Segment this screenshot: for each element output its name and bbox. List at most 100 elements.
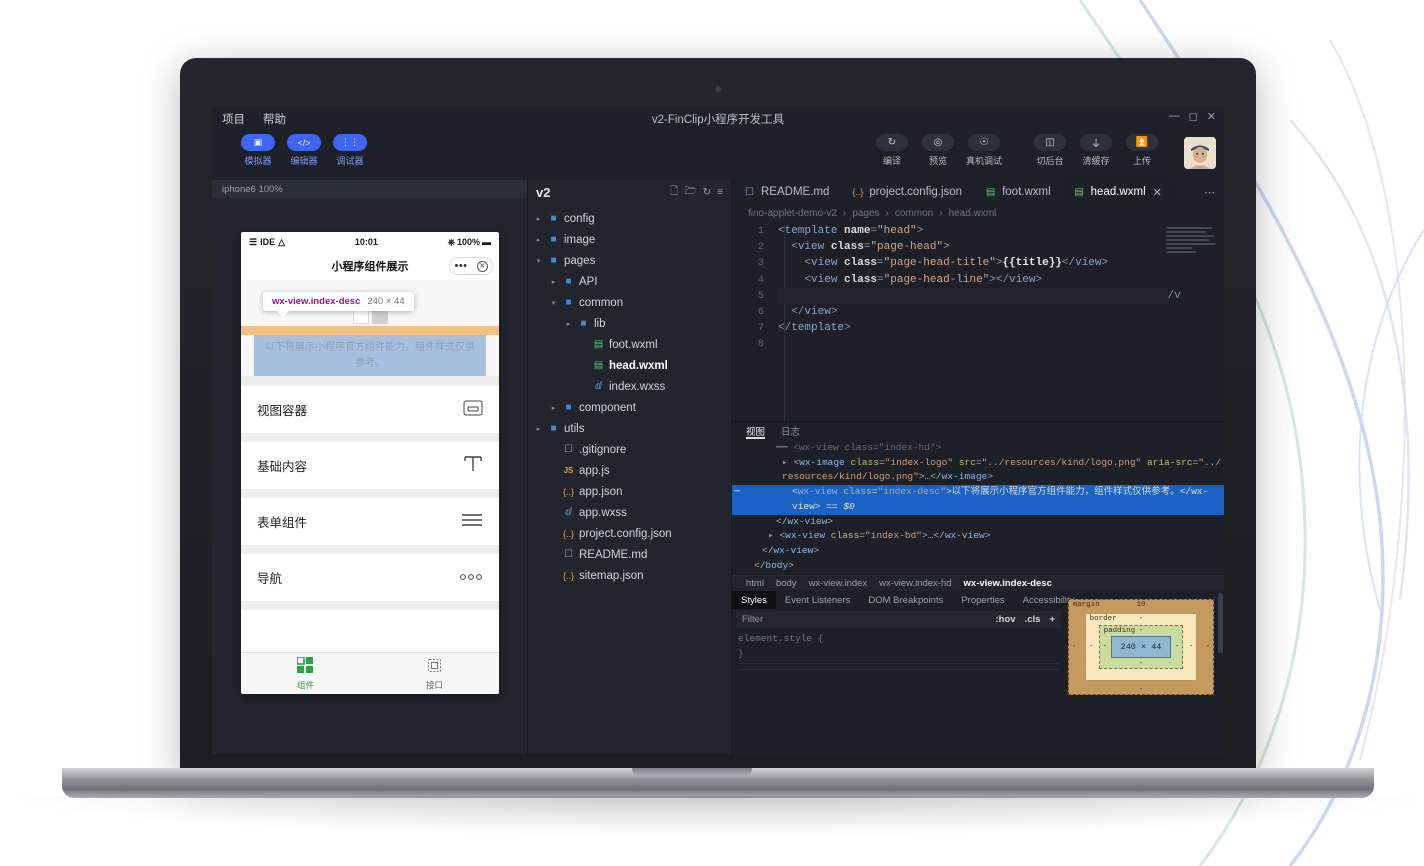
disclosure-arrow[interactable]: ▾	[549, 299, 558, 307]
list-item[interactable]: 表单组件	[241, 498, 499, 545]
styles-scrollbar[interactable]	[1217, 591, 1224, 754]
editor-tab[interactable]: ☐ README.md	[732, 180, 840, 204]
tree-node[interactable]: ▾ ■ common	[528, 292, 731, 313]
list-item[interactable]: 导航	[241, 554, 499, 601]
devtools-tabs[interactable]: 视图 日志	[732, 422, 1224, 439]
dom-breadcrumb-item[interactable]: wx-view.index	[809, 578, 868, 589]
editor-tab[interactable]: ▤ foot.wxml	[973, 180, 1062, 204]
tree-node[interactable]: ▸ ■ utils	[528, 418, 731, 439]
avatar[interactable]	[1184, 137, 1216, 169]
code-editor[interactable]: 1 <template name="head"> 2 <view class="…	[732, 223, 1224, 421]
minimize-icon[interactable]: —	[1169, 110, 1180, 123]
tree-node[interactable]: ▸ ■ config	[528, 208, 731, 229]
tabbar-item-api[interactable]: 接口	[370, 653, 499, 694]
dom-breadcrumb[interactable]: html body wx-view.index wx-view.index-hd wx-…	[732, 575, 1224, 591]
disclosure-arrow[interactable]: ▸	[549, 404, 558, 412]
background-button[interactable]: ◫ 切后台	[1030, 134, 1070, 167]
disclosure-arrow[interactable]: ▾	[534, 257, 543, 265]
disclosure-arrow[interactable]: ▸	[534, 215, 543, 223]
tree-node[interactable]: ☐ .gitignore	[528, 439, 731, 460]
style-tab[interactable]: Styles	[732, 591, 776, 609]
maximize-icon[interactable]: ◻	[1189, 110, 1198, 123]
filter-input[interactable]: Filter	[742, 614, 987, 625]
collapse-all-icon[interactable]: ≡	[717, 187, 723, 198]
dom-ellipsis-icon[interactable]: ⋯	[734, 485, 740, 501]
toolbar-editor-button[interactable]: </> 编辑器	[286, 134, 322, 167]
new-file-icon[interactable]: 🗋	[670, 184, 678, 201]
breadcrumb-item[interactable]: common	[895, 208, 933, 219]
tree-node[interactable]: ▸ ■ API	[528, 271, 731, 292]
cls-toggle[interactable]: .cls	[1025, 614, 1041, 625]
file-tree[interactable]: ▸ ■ config ▸ ■ image ▾ ■ pages ▸ ■ API ▾…	[528, 204, 731, 586]
disclosure-arrow[interactable]: ▸	[549, 278, 558, 286]
style-tab[interactable]: Event Listeners	[776, 591, 859, 609]
close-icon[interactable]: ✕	[1207, 110, 1216, 123]
tree-node[interactable]: ▸ ■ lib	[528, 313, 731, 334]
capsule-buttons[interactable]: ••• ✕	[449, 257, 493, 275]
list-item[interactable]: 视图容器	[241, 386, 499, 433]
clear-cache-button[interactable]: ⏚ 清缓存	[1076, 134, 1116, 167]
dom-row[interactable]: </wx-view>	[746, 515, 1224, 530]
devtools-tab[interactable]: 视图	[746, 424, 765, 439]
editor-tab[interactable]: {..} project.config.json	[840, 180, 973, 204]
overflow-menu-icon[interactable]: ⋯	[1195, 180, 1224, 204]
toolbar-simulator-button[interactable]: ▣ 模拟器	[240, 134, 276, 167]
tree-node[interactable]: JS app.js	[528, 460, 731, 481]
tree-node[interactable]: ▸ ■ component	[528, 397, 731, 418]
close-circle-icon[interactable]: ✕	[477, 261, 488, 272]
editor-tab[interactable]: ▤ head.wxml ✕	[1062, 180, 1173, 204]
real-device-debug-button[interactable]: ☉ 真机调试	[964, 134, 1004, 167]
disclosure-arrow[interactable]: ▸	[564, 320, 573, 328]
dom-breadcrumb-item[interactable]: wx-view.index-hd	[879, 578, 951, 589]
preview-button[interactable]: ◎ 预览	[918, 134, 958, 167]
breadcrumb-item[interactable]: head.wxml	[949, 208, 997, 219]
dom-breadcrumb-item[interactable]: body	[776, 578, 797, 589]
styles-tabs[interactable]: StylesEvent ListenersDOM BreakpointsProp…	[732, 591, 1065, 609]
phone-simulator[interactable]: ☰ IDE △ 10:01 ⎈ 100% ▬	[241, 232, 499, 694]
tree-node[interactable]: {..} app.json	[528, 481, 731, 502]
tree-node[interactable]: {..} sitemap.json	[528, 565, 731, 586]
tree-node[interactable]: ⅆ index.wxss	[528, 376, 731, 397]
window-controls[interactable]: — ◻ ✕	[1169, 110, 1216, 123]
dom-row[interactable]: ▸ <wx-image class="index-logo" src="../r…	[746, 456, 1224, 471]
style-filter-bar[interactable]: Filter :hov .cls +	[736, 611, 1061, 628]
tree-node[interactable]: ▸ ■ image	[528, 229, 731, 250]
new-rule-button[interactable]: +	[1049, 614, 1055, 625]
disclosure-arrow[interactable]: ▸	[534, 236, 543, 244]
more-icon[interactable]: •••	[454, 261, 467, 272]
dom-row[interactable]: </wx-view>	[746, 544, 1224, 559]
dom-breadcrumb-item[interactable]: html	[746, 578, 764, 589]
css-selector[interactable]: element.style {	[738, 631, 1059, 646]
hov-toggle[interactable]: :hov	[996, 614, 1016, 625]
breadcrumb-item[interactable]: pages	[852, 208, 879, 219]
upload-button[interactable]: ⏫ 上传	[1122, 134, 1162, 167]
dom-row[interactable]: </body>	[746, 559, 1224, 574]
minimap[interactable]	[1166, 227, 1216, 397]
tabbar-item-components[interactable]: 组件	[241, 653, 370, 694]
dom-breadcrumb-item[interactable]: wx-view.index-desc	[964, 578, 1052, 589]
tree-node[interactable]: ▾ ■ pages	[528, 250, 731, 271]
dom-row[interactable]: ▸ <wx-view class="index-bd">…</wx-view>	[746, 529, 1224, 544]
refresh-icon[interactable]: ↻	[703, 187, 711, 198]
toolbar-debugger-button[interactable]: ⋮⋮ 调试器	[332, 134, 368, 167]
new-folder-icon[interactable]: 🗁	[684, 184, 696, 201]
tree-node[interactable]: ▤ head.wxml	[528, 355, 731, 376]
tree-node[interactable]: ⅆ app.wxss	[528, 502, 731, 523]
list-item[interactable]: 基础内容	[241, 442, 499, 489]
editor-tabstrip[interactable]: ☐ README.md {..} project.config.json ▤ f…	[732, 180, 1224, 204]
devtools-tab[interactable]: 日志	[781, 424, 800, 439]
dom-row[interactable]: resources/kind/logo.png">…</wx-image>	[746, 470, 1224, 485]
css-rules-list[interactable]: element.style { } </span>.index-desc {</…	[732, 628, 1065, 676]
dom-row-selected[interactable]: ⋯<wx-view class="index-desc">以下将展示小程序官方组…	[732, 485, 1224, 514]
style-tab[interactable]: DOM Breakpoints	[859, 591, 952, 609]
tree-node[interactable]: ☐ README.md	[528, 544, 731, 565]
compile-button[interactable]: ↻ 编译	[872, 134, 912, 167]
breadcrumb-item[interactable]: fino-applet-demo-v2	[748, 208, 837, 219]
close-tab-icon[interactable]: ✕	[1153, 186, 1162, 199]
tree-node[interactable]: ▤ foot.wxml	[528, 334, 731, 355]
style-tab[interactable]: Properties	[952, 591, 1013, 609]
dom-row[interactable]: </html>	[746, 573, 1224, 575]
device-selector[interactable]: iphone6 100%	[212, 180, 527, 198]
tree-node[interactable]: {..} project.config.json	[528, 523, 731, 544]
disclosure-arrow[interactable]: ▸	[534, 425, 543, 433]
